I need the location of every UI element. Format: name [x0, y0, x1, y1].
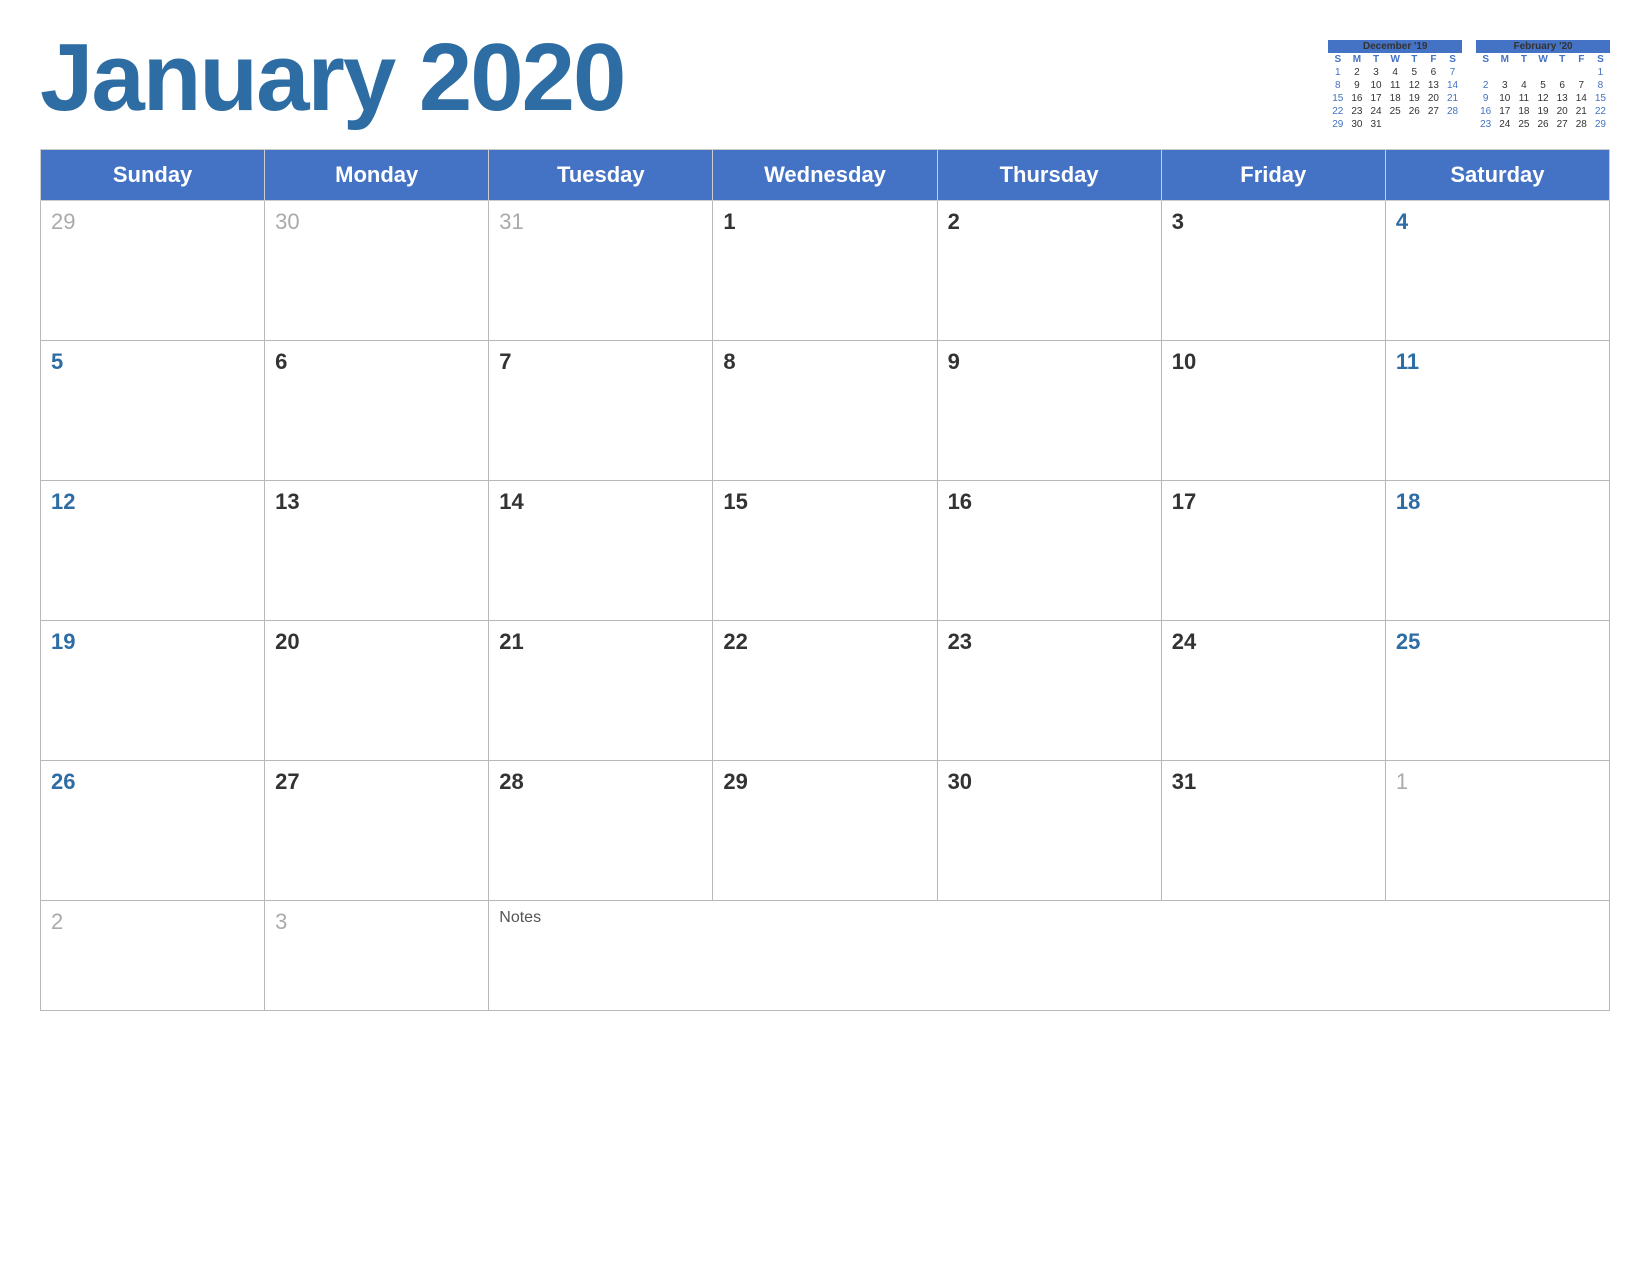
- header-friday: Friday: [1161, 150, 1385, 201]
- feb-title: February '20: [1476, 40, 1610, 53]
- cell-jan16: 16: [937, 481, 1161, 621]
- dec-dh-tue: T: [1367, 53, 1386, 66]
- dec-dh-thu: T: [1405, 53, 1424, 66]
- cell-jan23: 23: [937, 621, 1161, 761]
- cell-jan8: 8: [713, 341, 937, 481]
- cell-jan2: 2: [937, 201, 1161, 341]
- cell-jan13: 13: [265, 481, 489, 621]
- dec-title: December '19: [1328, 40, 1462, 53]
- cell-jan25: 25: [1385, 621, 1609, 761]
- cell-jan27: 27: [265, 761, 489, 901]
- header-thursday: Thursday: [937, 150, 1161, 201]
- cell-jan6: 6: [265, 341, 489, 481]
- cell-jan24: 24: [1161, 621, 1385, 761]
- week-row-3: 12 13 14 15 16 17 18: [41, 481, 1610, 621]
- header-wednesday: Wednesday: [713, 150, 937, 201]
- cell-jan31: 31: [1161, 761, 1385, 901]
- dec-dh-sat: S: [1443, 53, 1462, 66]
- cell-feb3: 3: [265, 901, 489, 1011]
- month-title: January 2020: [40, 30, 624, 126]
- cell-jan7: 7: [489, 341, 713, 481]
- header-saturday: Saturday: [1385, 150, 1609, 201]
- cell-jan12: 12: [41, 481, 265, 621]
- mini-cal-february: February '20 S M T W T F S 1 2345678: [1476, 40, 1610, 131]
- mini-calendars: December '19 S M T W T F S 1234567 89101…: [1328, 40, 1610, 131]
- cell-jan10: 10: [1161, 341, 1385, 481]
- cell-jan11: 11: [1385, 341, 1609, 481]
- cell-jan1: 1: [713, 201, 937, 341]
- week-row-5: 26 27 28 29 30 31 1: [41, 761, 1610, 901]
- calendar-grid: Sunday Monday Tuesday Wednesday Thursday…: [40, 149, 1610, 1011]
- cell-jan17: 17: [1161, 481, 1385, 621]
- cell-dec31: 31: [489, 201, 713, 341]
- cell-jan19: 19: [41, 621, 265, 761]
- cell-jan18: 18: [1385, 481, 1609, 621]
- day-header-row: Sunday Monday Tuesday Wednesday Thursday…: [41, 150, 1610, 201]
- header-monday: Monday: [265, 150, 489, 201]
- cell-dec30: 30: [265, 201, 489, 341]
- cell-jan14: 14: [489, 481, 713, 621]
- cell-jan21: 21: [489, 621, 713, 761]
- top-section: January 2020 December '19 S M T W T F S …: [40, 30, 1610, 131]
- cell-feb2: 2: [41, 901, 265, 1011]
- cell-jan4: 4: [1385, 201, 1609, 341]
- cell-jan3: 3: [1161, 201, 1385, 341]
- dec-dh-wed: W: [1386, 53, 1405, 66]
- cell-jan9: 9: [937, 341, 1161, 481]
- dec-dh-sun: S: [1328, 53, 1347, 66]
- week-row-1: 29 30 31 1 2 3 4: [41, 201, 1610, 341]
- dec-dh-mon: M: [1347, 53, 1366, 66]
- cell-jan26: 26: [41, 761, 265, 901]
- header-sunday: Sunday: [41, 150, 265, 201]
- cell-dec29: 29: [41, 201, 265, 341]
- week-row-4: 19 20 21 22 23 24 25: [41, 621, 1610, 761]
- cell-jan20: 20: [265, 621, 489, 761]
- header-tuesday: Tuesday: [489, 150, 713, 201]
- mini-cal-december: December '19 S M T W T F S 1234567 89101…: [1328, 40, 1462, 131]
- notes-area: Notes: [489, 901, 1610, 1011]
- cell-jan28: 28: [489, 761, 713, 901]
- notes-label: Notes: [499, 909, 541, 926]
- notes-row: 2 3 Notes: [41, 901, 1610, 1011]
- cell-jan22: 22: [713, 621, 937, 761]
- week-row-2: 5 6 7 8 9 10 11: [41, 341, 1610, 481]
- cell-jan29: 29: [713, 761, 937, 901]
- cell-jan5: 5: [41, 341, 265, 481]
- cell-jan15: 15: [713, 481, 937, 621]
- dec-dh-fri: F: [1424, 53, 1443, 66]
- cell-feb1: 1: [1385, 761, 1609, 901]
- cell-jan30: 30: [937, 761, 1161, 901]
